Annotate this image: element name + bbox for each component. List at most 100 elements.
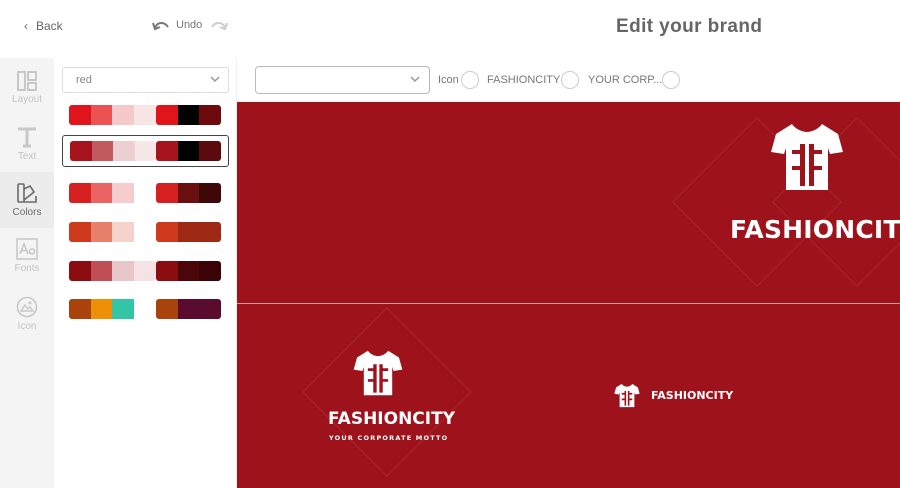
color-swatch: [70, 141, 92, 161]
color-swatch: [177, 299, 200, 319]
colors-icon: [17, 183, 37, 203]
color-swatch: [91, 141, 114, 161]
color-swatch: [134, 105, 156, 125]
color-select-value: red: [76, 74, 92, 86]
rail-label: Layout: [11, 94, 43, 105]
top-bar: ‹ Back Undo Edit your brand: [0, 0, 900, 58]
color-swatch: [177, 222, 200, 242]
brand-motto: YOUR CORPORATE MOTTO: [329, 434, 449, 442]
color-palette-option[interactable]: [62, 135, 229, 167]
color-swatch: [134, 261, 156, 281]
name-color-picker[interactable]: [561, 71, 579, 89]
color-swatch: [112, 105, 135, 125]
color-swatch: [199, 183, 221, 203]
rail-label: Fonts: [14, 263, 40, 274]
color-swatch: [134, 299, 156, 319]
color-swatch: [199, 222, 221, 242]
color-palette-option[interactable]: [69, 105, 221, 125]
undo-label: Undo: [176, 19, 203, 31]
logo-canvas: FASHIONCITY FASHIONCITY YOUR CORPORATE M…: [237, 102, 900, 488]
color-swatch: [177, 141, 200, 161]
palette-swatches-left: [69, 261, 156, 281]
canvas-toolbar: Icon FASHIONCITY YOUR CORP...: [237, 58, 900, 102]
rail-label: Icon: [17, 321, 37, 332]
palette-swatches-right: [155, 105, 221, 125]
palette-swatches-right: [155, 299, 221, 319]
color-swatch: [155, 261, 178, 281]
color-swatch: [134, 183, 156, 203]
color-swatch: [177, 183, 200, 203]
color-swatch: [177, 261, 200, 281]
icon-icon: [16, 296, 38, 318]
page-title: Edit your brand: [616, 16, 763, 37]
color-swatch: [199, 299, 221, 319]
color-palette-option[interactable]: [69, 299, 221, 319]
palette-swatches-left: [69, 299, 156, 319]
rail-item-colors[interactable]: Colors: [0, 172, 54, 228]
chevron-down-icon: [410, 76, 420, 83]
brand-name-large: FASHIONCITY: [730, 215, 900, 244]
rail-label: Colors: [12, 207, 42, 218]
color-swatch: [199, 105, 221, 125]
color-swatch: [90, 222, 113, 242]
color-swatch: [112, 261, 135, 281]
icon-color-picker[interactable]: [461, 71, 479, 89]
undo-button[interactable]: Undo: [152, 19, 202, 31]
color-swatch: [90, 183, 113, 203]
shirt-logo-icon: [614, 383, 640, 408]
palette-swatches-left: [69, 183, 156, 203]
undo-icon: [152, 22, 169, 31]
color-swatch: [134, 141, 157, 161]
redo-button[interactable]: [210, 18, 228, 36]
shirt-logo-icon: [771, 123, 843, 190]
color-swatch: [177, 105, 200, 125]
color-palette-option[interactable]: [69, 183, 221, 203]
motto-color-picker[interactable]: [662, 71, 680, 89]
color-palette-option[interactable]: [69, 222, 221, 242]
color-swatch: [155, 299, 178, 319]
color-swatch: [156, 141, 178, 161]
color-swatch: [113, 141, 135, 161]
back-button[interactable]: ‹ Back: [24, 19, 63, 33]
brand-name-small: FASHIONCITY: [651, 389, 734, 402]
color-swatch: [69, 105, 91, 125]
rail-item-icon[interactable]: Icon: [0, 286, 54, 342]
brand-name-medium: FASHIONCITY: [328, 409, 456, 429]
icon-color-label: Icon: [438, 74, 459, 86]
canvas-divider: [237, 303, 900, 304]
chevron-down-icon: [210, 76, 220, 83]
color-swatch: [199, 141, 221, 161]
color-swatch: [112, 299, 135, 319]
palette-swatches-left: [70, 141, 157, 161]
color-swatch: [69, 261, 91, 281]
color-swatch: [199, 261, 221, 281]
color-swatch: [155, 183, 178, 203]
rail-item-fonts[interactable]: Fonts: [0, 228, 54, 284]
color-swatch: [69, 299, 91, 319]
color-swatch: [112, 222, 135, 242]
palette-swatches-right: [155, 183, 221, 203]
palette-swatches-left: [69, 222, 156, 242]
color-swatch: [90, 105, 113, 125]
font-select[interactable]: [255, 66, 430, 94]
color-swatch: [69, 183, 91, 203]
color-swatch: [90, 261, 113, 281]
colors-panel: red: [54, 58, 237, 488]
motto-color-label: YOUR CORP...: [588, 74, 663, 86]
color-swatch: [155, 105, 178, 125]
text-icon: [18, 127, 36, 148]
rail-item-text[interactable]: Text: [0, 116, 54, 172]
color-swatch: [134, 222, 156, 242]
color-palette-option[interactable]: [69, 261, 221, 281]
layout-icon: [17, 71, 37, 91]
color-swatch: [155, 222, 178, 242]
color-swatch: [90, 299, 113, 319]
shirt-logo-icon: [353, 350, 403, 396]
color-swatch: [69, 222, 91, 242]
color-select[interactable]: red: [62, 67, 229, 93]
palette-swatches-right: [156, 141, 221, 161]
chevron-left-icon: ‹: [24, 19, 28, 33]
name-color-label: FASHIONCITY: [487, 74, 561, 86]
rail-item-layout[interactable]: Layout: [0, 60, 54, 116]
palette-swatches-right: [155, 222, 221, 242]
